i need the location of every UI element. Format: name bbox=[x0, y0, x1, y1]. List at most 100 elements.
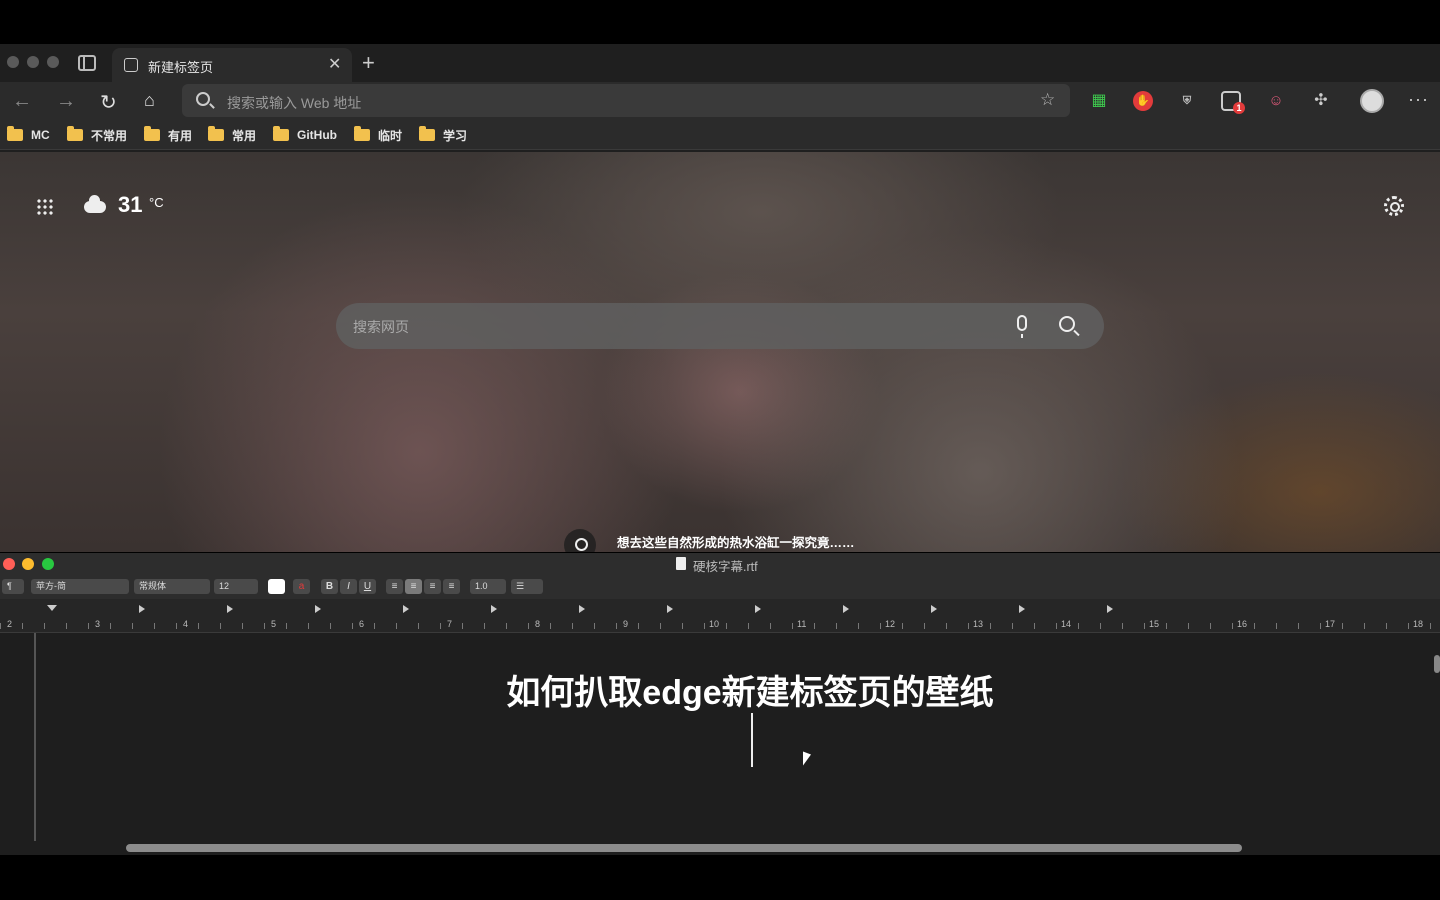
web-search-box[interactable]: 搜索网页 bbox=[336, 303, 1104, 349]
horizontal-scrollbar[interactable] bbox=[126, 844, 1242, 852]
tab-stop-marker[interactable] bbox=[491, 605, 497, 613]
paragraph-style-dropdown[interactable]: ¶ bbox=[2, 579, 24, 594]
ruler-number: 4 bbox=[183, 619, 189, 629]
line-spacing-stepper[interactable]: 1.0 bbox=[470, 579, 506, 594]
ruler-number: 3 bbox=[95, 619, 101, 629]
italic-button[interactable]: I bbox=[340, 579, 357, 594]
window-zoom-button[interactable] bbox=[47, 56, 59, 68]
bookmark-folder[interactable]: 有用 bbox=[144, 126, 193, 143]
justify-button[interactable]: ≡ bbox=[443, 579, 460, 594]
tab-stop-marker[interactable] bbox=[1107, 605, 1113, 613]
web-search-placeholder: 搜索网页 bbox=[353, 319, 409, 335]
align-right-button[interactable]: ≡ bbox=[424, 579, 441, 594]
tab-stop-marker[interactable] bbox=[403, 605, 409, 613]
editor-minimize-button[interactable] bbox=[22, 558, 34, 570]
first-line-indent-marker[interactable] bbox=[47, 605, 57, 611]
screen-bottom-black-bar bbox=[0, 855, 1440, 900]
align-center-button[interactable]: ≡ bbox=[405, 579, 422, 594]
ruler-number: 6 bbox=[359, 619, 365, 629]
bookmark-label: 常用 bbox=[232, 128, 257, 143]
favorites-bar: MC 不常用 有用 常用 GitHub 临时 学习 bbox=[0, 120, 1440, 150]
bookmark-folder[interactable]: 常用 bbox=[208, 126, 257, 143]
tab-stop-marker[interactable] bbox=[931, 605, 937, 613]
tab-stop-marker[interactable] bbox=[1019, 605, 1025, 613]
red-extension-icon[interactable]: ✋ bbox=[1133, 91, 1153, 111]
tab-stop-marker[interactable] bbox=[667, 605, 673, 613]
wallpaper-caption-link[interactable]: 想去这些自然形成的热水浴缸一探究竟…… bbox=[617, 533, 857, 552]
folder-icon bbox=[67, 126, 83, 141]
editor-close-button[interactable] bbox=[3, 558, 15, 570]
mouse-pointer-icon bbox=[803, 751, 811, 769]
tab-stop-marker[interactable] bbox=[579, 605, 585, 613]
forward-arrow-icon[interactable]: → bbox=[56, 90, 76, 113]
cloudy-weather-icon bbox=[84, 195, 106, 213]
cat-extension-icon[interactable]: ☺ bbox=[1266, 91, 1286, 111]
font-family-dropdown[interactable]: 苹方-简 bbox=[31, 579, 129, 594]
new-tab-page-icon bbox=[124, 58, 138, 72]
active-tab[interactable]: 新建标签页 ✕ bbox=[112, 48, 352, 82]
bookmark-folder[interactable]: GitHub bbox=[273, 126, 337, 143]
align-left-button[interactable]: ≡ bbox=[386, 579, 403, 594]
refresh-icon[interactable]: ↻ bbox=[100, 90, 117, 115]
font-style-dropdown[interactable]: 常规体 bbox=[134, 579, 210, 594]
bookmark-folder[interactable]: 临时 bbox=[354, 126, 402, 143]
bookmark-label: 有用 bbox=[168, 128, 193, 143]
ruler-number: 18 bbox=[1413, 619, 1424, 629]
tab-close-icon[interactable]: ✕ bbox=[328, 54, 341, 74]
page-settings-gear-icon[interactable] bbox=[1384, 196, 1404, 216]
window-minimize-button[interactable] bbox=[27, 56, 39, 68]
microphone-icon[interactable] bbox=[1017, 315, 1027, 338]
text-ruler[interactable]: 2 3 4 5 6 7 8 9 10 11 12 13 14 15 16 17 … bbox=[0, 599, 1440, 633]
highlight-color-well[interactable]: a bbox=[293, 579, 310, 594]
profile-avatar[interactable] bbox=[1360, 89, 1384, 113]
address-bar[interactable]: 搜索或输入 Web 地址 ☆ bbox=[182, 84, 1070, 117]
screen-top-black-bar bbox=[0, 0, 1440, 44]
folder-icon bbox=[419, 126, 435, 141]
folder-icon bbox=[144, 126, 160, 141]
image-info-search-icon[interactable] bbox=[564, 529, 596, 552]
qr-extension-icon[interactable]: ▦ bbox=[1089, 91, 1109, 111]
ruler-number: 14 bbox=[1061, 619, 1072, 629]
tab-stop-marker[interactable] bbox=[227, 605, 233, 613]
more-menu-icon[interactable]: ··· bbox=[1408, 89, 1429, 110]
folder-icon bbox=[208, 126, 224, 141]
document-heading-text[interactable]: 如何扒取edge新建标签页的壁纸 bbox=[0, 665, 1440, 714]
textedit-window: 硬核字幕.rtf ¶ 苹方-简 常规体 12 a B I U ≡ ≡ ≡ ≡ 1… bbox=[0, 553, 1440, 855]
ruler-number: 9 bbox=[623, 619, 629, 629]
ruler-number: 8 bbox=[535, 619, 541, 629]
bookmark-folder[interactable]: MC bbox=[7, 126, 50, 143]
text-color-well[interactable] bbox=[268, 579, 285, 594]
home-icon[interactable]: ⌂ bbox=[144, 90, 155, 111]
tab-stop-marker[interactable] bbox=[315, 605, 321, 613]
ruler-number: 13 bbox=[973, 619, 984, 629]
ruler-number: 12 bbox=[885, 619, 896, 629]
document-icon bbox=[676, 557, 686, 570]
bookmark-label: 学习 bbox=[443, 128, 468, 143]
text-insertion-caret bbox=[751, 713, 753, 767]
tab-stop-marker[interactable] bbox=[843, 605, 849, 613]
new-tab-plus-icon[interactable]: + bbox=[362, 50, 375, 76]
editor-zoom-button[interactable] bbox=[42, 558, 54, 570]
app-launcher-grid-icon[interactable] bbox=[36, 198, 54, 216]
vertical-scrollbar[interactable] bbox=[1434, 655, 1440, 673]
ruler-number: 17 bbox=[1325, 619, 1336, 629]
bookmark-folder[interactable]: 学习 bbox=[419, 126, 468, 143]
tab-actions-menu-icon[interactable] bbox=[78, 55, 96, 71]
search-icon[interactable] bbox=[1059, 316, 1075, 332]
temperature-value[interactable]: 31 bbox=[118, 192, 142, 218]
extensions-puzzle-icon[interactable]: ✣ bbox=[1311, 91, 1331, 111]
folder-icon bbox=[7, 126, 23, 141]
window-close-button[interactable] bbox=[7, 56, 19, 68]
underline-button[interactable]: U bbox=[359, 579, 376, 594]
list-bullets-dropdown[interactable]: ☰ bbox=[511, 579, 543, 594]
tab-stop-marker[interactable] bbox=[139, 605, 145, 613]
font-size-combo[interactable]: 12 bbox=[214, 579, 258, 594]
bookmark-label: 不常用 bbox=[91, 128, 128, 143]
back-arrow-icon[interactable]: ← bbox=[12, 90, 32, 113]
bookmark-folder[interactable]: 不常用 bbox=[67, 126, 128, 143]
ublock-shield-icon[interactable]: ⛨ bbox=[1177, 91, 1197, 111]
navigation-toolbar: ← → ↻ ⌂ 搜索或输入 Web 地址 ☆ ▦ ✋ ⛨ 1 ☺ ✣ ··· bbox=[0, 82, 1440, 120]
tab-stop-marker[interactable] bbox=[755, 605, 761, 613]
add-favorite-star-icon[interactable]: ☆ bbox=[1040, 90, 1055, 110]
bold-button[interactable]: B bbox=[321, 579, 338, 594]
